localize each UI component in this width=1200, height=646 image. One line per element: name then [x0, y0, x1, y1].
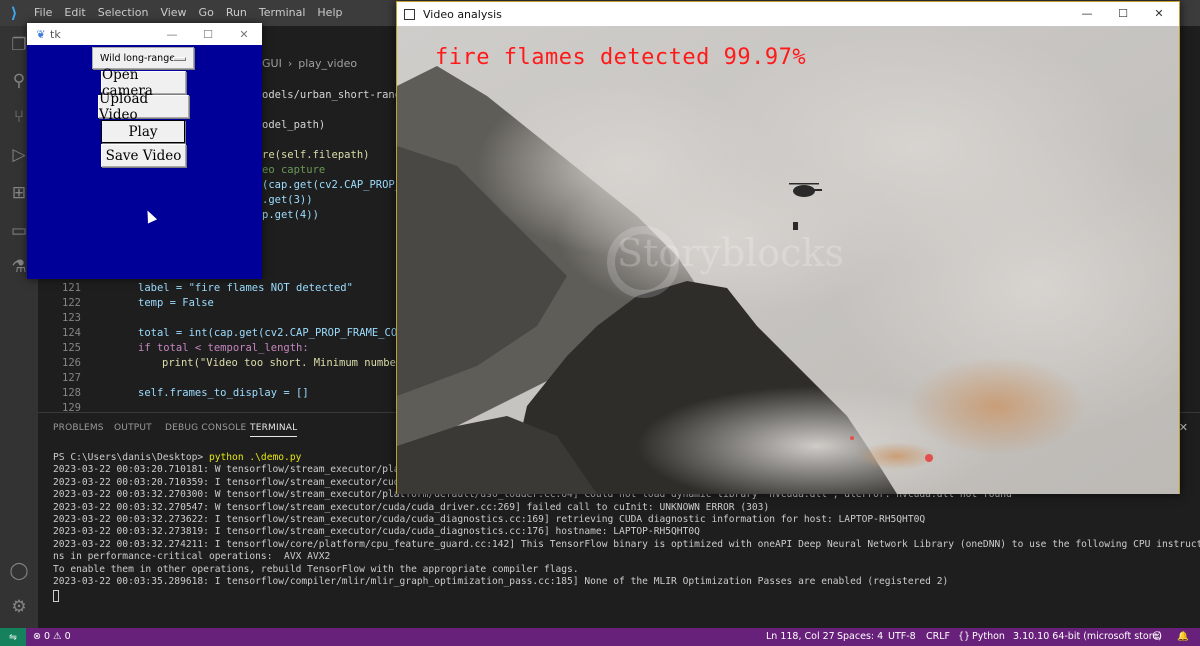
option-menu-indicator-icon: [173, 57, 186, 61]
encoding-status[interactable]: UTF-8: [888, 628, 916, 646]
code-text: label = "fire flames NOT detected": [138, 282, 353, 294]
code-text: .get(3)): [262, 194, 313, 206]
code-text: odel_path): [262, 119, 326, 131]
panel-close-icon[interactable]: ✕: [1179, 421, 1188, 434]
code-text: re(self.filepath): [262, 149, 370, 161]
terminal-line: 2023-03-22 00:03:20.710181: W tensorflow…: [53, 464, 412, 476]
line-number: 126: [62, 357, 81, 369]
terminal-prompt: PS C:\Users\danis\Desktop>: [53, 452, 209, 463]
maximize-icon[interactable]: ☐: [190, 23, 226, 45]
code-text: temp = False: [138, 297, 214, 309]
code-line[interactable]: 128 self.frames_to_display = []: [38, 386, 309, 401]
minimize-icon[interactable]: —: [154, 23, 190, 45]
line-number: 125: [62, 342, 81, 354]
code-fragment[interactable]: eo capture: [262, 163, 325, 178]
window-app-icon: [404, 8, 415, 20]
code-fragment[interactable]: (cap.get(cv2.CAP_PROP_F: [262, 178, 407, 193]
video-window-title: Video analysis: [423, 7, 502, 21]
code-line[interactable]: 125 if total < temporal_length:: [38, 341, 309, 356]
code-text: p.get(4)): [262, 209, 319, 221]
chevron-right-icon: ›: [287, 56, 293, 70]
tk-titlebar: ❦ tk — ☐ ✕: [27, 23, 262, 45]
code-line[interactable]: 122 temp = False: [38, 296, 214, 311]
detection-result-label: fire flames detected 99.97%: [435, 45, 807, 70]
language-mode[interactable]: Python: [972, 628, 1005, 646]
line-number: 122: [62, 297, 81, 309]
upload-video-button[interactable]: Upload Video: [98, 91, 189, 123]
cursor-position[interactable]: Ln 118, Col 27: [766, 628, 835, 646]
tk-window: ❦ tk — ☐ ✕ Wild long-range Open camera U…: [27, 23, 262, 279]
code-line[interactable]: 123: [38, 311, 109, 326]
terminal-line: ns in performance-critical operations: A…: [53, 551, 331, 563]
code-fragment[interactable]: odel_path): [262, 118, 325, 133]
eol-status[interactable]: CRLF: [926, 628, 950, 646]
model-option-value: Wild long-range: [100, 52, 176, 64]
terminal-line: 2023-03-22 00:03:32.274211: I tensorflow…: [53, 538, 1200, 550]
code-text: print("Video too short. Minimum number: [162, 357, 403, 369]
code-text: if total < temporal_length:: [138, 342, 309, 354]
line-number: 124: [62, 327, 81, 339]
line-number: 127: [62, 372, 81, 384]
tab-terminal[interactable]: TERMINAL: [250, 423, 298, 437]
line-number: 121: [62, 282, 81, 294]
tab-problems[interactable]: PROBLEMS: [53, 423, 104, 433]
code-fragment[interactable]: odels/urban_short-range_: [262, 88, 414, 103]
language-braces-icon: {}: [958, 631, 971, 642]
mouse-pointer-icon: [142, 208, 158, 224]
close-icon[interactable]: ✕: [226, 23, 262, 45]
settings-gear-icon[interactable]: ⚙: [8, 596, 30, 618]
play-button[interactable]: Play: [101, 120, 185, 143]
tab-debug-console[interactable]: DEBUG CONSOLE: [165, 423, 246, 433]
terminal-line: 2023-03-22 00:03:32.273622: I tensorflow…: [53, 514, 926, 525]
code-line[interactable]: 126 print("Video too short. Minimum numbe…: [38, 356, 402, 371]
breadcrumb-gui[interactable]: GUI: [262, 57, 282, 70]
indentation-status[interactable]: Spaces: 4: [837, 628, 883, 646]
code-line[interactable]: 124 total = int(cap.get(cv2.CAP_PROP_FRAM…: [38, 326, 410, 341]
code-text: self.frames_to_display = []: [138, 387, 309, 399]
terminal-line: 2023-03-22 00:03:32.273819: I tensorflow…: [53, 526, 700, 538]
tk-window-title: tk: [50, 27, 61, 41]
line-number: 128: [62, 387, 81, 399]
code-text: total = int(cap.get(cv2.CAP_PROP_FRAME_C…: [138, 327, 410, 339]
save-video-button[interactable]: Save Video: [101, 144, 186, 167]
code-fragment[interactable]: .get(3)): [262, 193, 313, 208]
account-icon[interactable]: ◯: [8, 560, 30, 582]
terminal-line: 2023-03-22 00:03:35.289618: I tensorflow…: [53, 576, 949, 587]
menu-help[interactable]: Help: [311, 0, 348, 26]
code-line[interactable]: 121 label = "fire flames NOT detected": [38, 281, 353, 296]
code-fragment[interactable]: re(self.filepath): [262, 148, 369, 163]
remote-icon[interactable]: ⇋: [0, 628, 26, 646]
code-text: (cap.get(cv2.CAP_PROP_F: [262, 179, 408, 191]
line-number: 123: [62, 312, 81, 324]
vscode-logo-icon[interactable]: ⟩: [0, 0, 28, 26]
feedback-icon[interactable]: ☺: [1152, 628, 1162, 646]
problems-status[interactable]: ⊗ 0 ⚠ 0: [33, 628, 71, 646]
terminal-cursor[interactable]: [53, 590, 59, 602]
video-analysis-window: Video analysis — ☐ ✕ Storyblocks fire fl…: [396, 1, 1180, 494]
breadcrumb-play-video[interactable]: play_video: [298, 57, 357, 70]
code-text: eo capture: [262, 164, 326, 176]
video-titlebar: Video analysis — ☐ ✕: [397, 2, 1179, 26]
maximize-icon[interactable]: ☐: [1105, 2, 1141, 24]
watermark-text: Storyblocks: [617, 231, 844, 275]
status-bar: ⇋ ⊗ 0 ⚠ 0 Ln 118, Col 27 Spaces: 4 UTF-8…: [0, 628, 1200, 646]
breadcrumb: GUI › play_video: [262, 52, 357, 74]
code-line[interactable]: 127: [38, 371, 109, 386]
notifications-bell-icon[interactable]: 🔔: [1177, 628, 1189, 646]
tk-feather-icon: ❦: [36, 27, 46, 41]
terminal-line: 2023-03-22 00:03:32.270547: W tensorflow…: [53, 501, 770, 513]
close-icon[interactable]: ✕: [1141, 2, 1177, 24]
tab-output[interactable]: OUTPUT: [114, 423, 152, 433]
terminal-command: python .\demo.py: [208, 452, 302, 463]
video-frame[interactable]: Storyblocks fire flames detected 99.97%: [397, 26, 1179, 494]
terminal-line: 2023-03-22 00:03:20.710359: I tensorflow…: [53, 476, 406, 488]
terminal-prompt-line[interactable]: PS C:\Users\danis\Desktop> python .\demo…: [53, 452, 301, 464]
terminal-line: To enable them in other operations, rebu…: [53, 563, 579, 575]
minimize-icon[interactable]: —: [1069, 2, 1105, 24]
code-fragment[interactable]: p.get(4)): [262, 208, 319, 223]
python-interpreter[interactable]: 3.10.10 64-bit (microsoft store): [1013, 628, 1162, 646]
code-text: odels/urban_short-range_: [262, 89, 414, 101]
